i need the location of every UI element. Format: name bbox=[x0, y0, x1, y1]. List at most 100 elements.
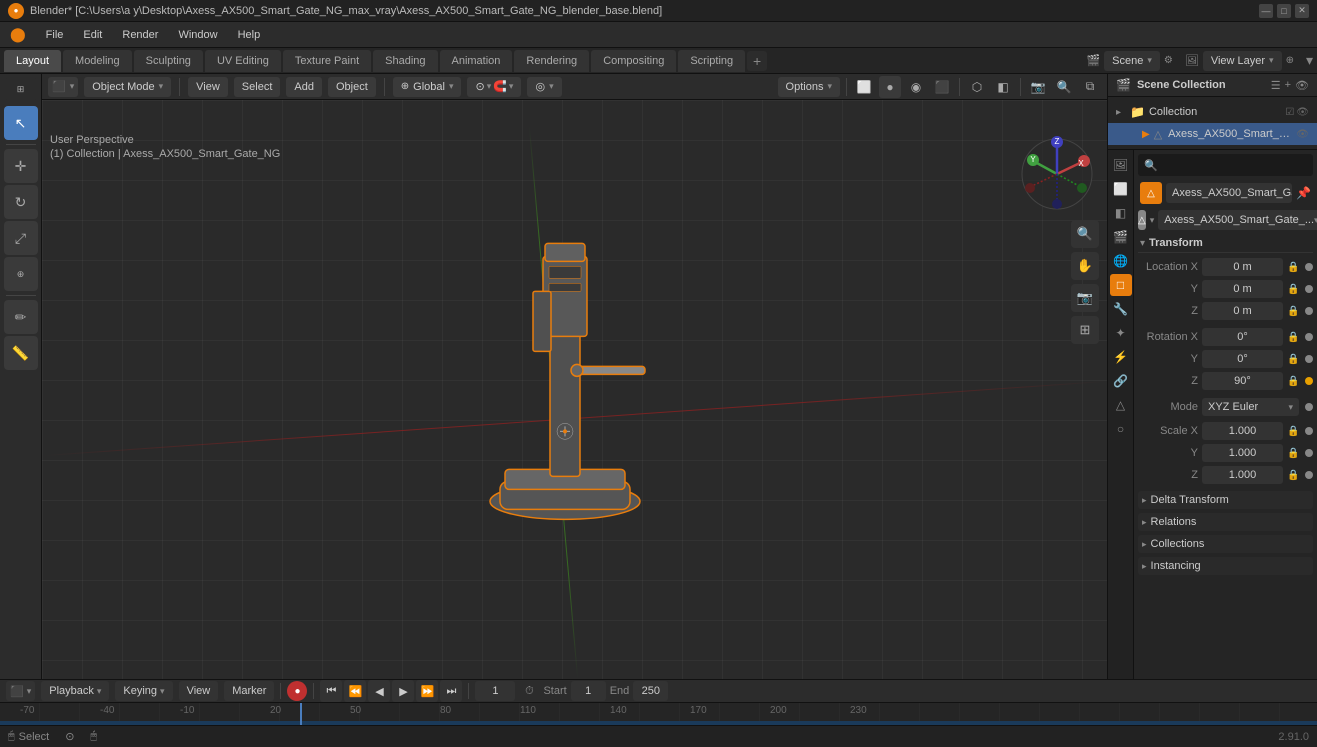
navigation-gizmo[interactable]: X Y Z bbox=[1017, 134, 1097, 214]
rotation-x-keyframe[interactable] bbox=[1305, 333, 1313, 341]
physics-props-icon[interactable]: ⚡ bbox=[1110, 346, 1132, 368]
instancing-header[interactable]: ▸ Instancing bbox=[1138, 557, 1313, 575]
view-menu-button[interactable]: View bbox=[188, 77, 228, 97]
close-button[interactable]: ✕ bbox=[1295, 4, 1309, 18]
tab-texture-paint[interactable]: Texture Paint bbox=[283, 50, 371, 72]
pin-button[interactable]: 📌 bbox=[1296, 186, 1311, 200]
mesh-name-field[interactable]: Axess_AX500_Smart_Gate_... ▾ bbox=[1158, 210, 1317, 230]
location-x-keyframe[interactable] bbox=[1305, 263, 1313, 271]
play-forward-button[interactable]: ▶ bbox=[392, 680, 414, 702]
location-z-field[interactable]: 0 m bbox=[1202, 302, 1283, 320]
annotate-tool-button[interactable]: ✏ bbox=[4, 300, 38, 334]
location-y-field[interactable]: 0 m bbox=[1202, 280, 1283, 298]
shading-rendered-button[interactable]: ⬛ bbox=[931, 76, 953, 98]
shading-wireframe-button[interactable]: ⬜ bbox=[853, 76, 875, 98]
object-menu-button[interactable]: Object bbox=[328, 77, 376, 97]
view-menu-button-timeline[interactable]: View bbox=[179, 681, 219, 701]
tab-layout[interactable]: Layout bbox=[4, 50, 61, 72]
transform-tool-button[interactable]: ⊕ bbox=[4, 257, 38, 291]
editor-type-button[interactable]: ⬛ ▾ bbox=[48, 77, 78, 97]
maximize-button[interactable]: □ bbox=[1277, 4, 1291, 18]
tab-uv-editing[interactable]: UV Editing bbox=[205, 50, 281, 72]
rotation-mode-dropdown[interactable]: XYZ Euler ▾ bbox=[1202, 398, 1299, 416]
menu-file[interactable]: File bbox=[36, 22, 74, 48]
rotation-z-lock[interactable]: 🔒 bbox=[1287, 376, 1301, 387]
timeline-scroll-bar[interactable] bbox=[0, 721, 1317, 725]
scene-props-icon[interactable]: 🎬 bbox=[1110, 226, 1132, 248]
camera-view-button[interactable]: 📷 bbox=[1027, 76, 1049, 98]
scale-x-keyframe[interactable] bbox=[1305, 427, 1313, 435]
start-frame-field[interactable]: 1 bbox=[571, 681, 606, 701]
scale-x-field[interactable]: 1.000 bbox=[1202, 422, 1283, 440]
add-workspace-button[interactable]: + bbox=[747, 51, 767, 71]
select-menu-button[interactable]: Select bbox=[234, 77, 281, 97]
camera-tool-button[interactable]: 📷 bbox=[1071, 284, 1099, 312]
location-y-keyframe[interactable] bbox=[1305, 285, 1313, 293]
timeline-track[interactable]: -70 -40 -10 20 50 80 110 140 170 200 230 bbox=[0, 703, 1317, 725]
particles-props-icon[interactable]: ✦ bbox=[1110, 322, 1132, 344]
location-y-lock[interactable]: 🔒 bbox=[1287, 284, 1301, 295]
view-layer-selector[interactable]: View Layer ▾ bbox=[1203, 51, 1282, 71]
collections-header[interactable]: ▸ Collections bbox=[1138, 535, 1313, 553]
menu-blender[interactable]: ⬤ bbox=[0, 22, 36, 48]
tab-modeling[interactable]: Modeling bbox=[63, 50, 132, 72]
collection-visibility-icon[interactable]: 👁 bbox=[1296, 107, 1309, 118]
grid-view-button[interactable]: ⊞ bbox=[1071, 316, 1099, 344]
object-props-icon[interactable]: □ bbox=[1110, 274, 1132, 296]
tree-object-row[interactable]: ▶ △ Axess_AX500_Smart_Ga... 👁 bbox=[1108, 123, 1317, 145]
location-z-keyframe[interactable] bbox=[1305, 307, 1313, 315]
options-button[interactable]: Options bbox=[778, 77, 840, 97]
material-props-icon[interactable]: ○ bbox=[1110, 418, 1132, 440]
minimize-button[interactable]: — bbox=[1259, 4, 1273, 18]
scale-y-field[interactable]: 1.000 bbox=[1202, 444, 1283, 462]
proportional-edit-button[interactable]: ◎ ▾ bbox=[527, 77, 561, 97]
rotation-y-lock[interactable]: 🔒 bbox=[1287, 354, 1301, 365]
marker-menu-button[interactable]: Marker bbox=[224, 681, 274, 701]
tab-compositing[interactable]: Compositing bbox=[591, 50, 676, 72]
render-props-icon[interactable]: 🖼 bbox=[1110, 154, 1132, 176]
modifier-props-icon[interactable]: 🔧 bbox=[1110, 298, 1132, 320]
object-mode-button[interactable]: Object Mode bbox=[84, 77, 171, 97]
scale-z-field[interactable]: 1.000 bbox=[1202, 466, 1283, 484]
scale-tool-button[interactable]: ⤢ bbox=[4, 221, 38, 255]
viewport[interactable]: ⬛ ▾ Object Mode View Select Add Object bbox=[42, 74, 1107, 679]
properties-search[interactable]: 🔍 bbox=[1138, 154, 1313, 176]
playhead[interactable] bbox=[300, 703, 302, 725]
title-controls[interactable]: — □ ✕ bbox=[1259, 4, 1309, 18]
visibility-all-icon[interactable]: 👁 bbox=[1295, 79, 1309, 92]
object-visibility-icon[interactable]: 👁 bbox=[1296, 129, 1309, 140]
add-collection-icon[interactable]: + bbox=[1285, 79, 1291, 92]
location-x-lock[interactable]: 🔒 bbox=[1287, 262, 1301, 273]
mesh-dropdown-arrow[interactable]: ▾ bbox=[1150, 215, 1155, 226]
scale-y-lock[interactable]: 🔒 bbox=[1287, 448, 1301, 459]
data-props-icon[interactable]: △ bbox=[1110, 394, 1132, 416]
record-button[interactable]: ● bbox=[287, 681, 307, 701]
view-layer-props-icon[interactable]: ◧ bbox=[1110, 202, 1132, 224]
object-name-field[interactable]: Axess_AX500_Smart_Ga... bbox=[1166, 183, 1292, 203]
constraints-props-icon[interactable]: 🔗 bbox=[1110, 370, 1132, 392]
tree-collection-row[interactable]: ▸ 📁 Collection ☑ 👁 bbox=[1108, 101, 1317, 123]
rotation-y-field[interactable]: 0° bbox=[1202, 350, 1283, 368]
mode-icon-button[interactable]: ⊞ bbox=[4, 78, 38, 100]
rotation-z-keyframe[interactable] bbox=[1305, 377, 1313, 385]
xray-button[interactable]: ◧ bbox=[992, 76, 1014, 98]
tab-rendering[interactable]: Rendering bbox=[514, 50, 589, 72]
play-reverse-button[interactable]: ◀ bbox=[368, 680, 390, 702]
transform-section-header[interactable]: ▾ Transform bbox=[1138, 234, 1313, 253]
scale-z-lock[interactable]: 🔒 bbox=[1287, 470, 1301, 481]
world-props-icon[interactable]: 🌐 bbox=[1110, 250, 1132, 272]
location-x-field[interactable]: 0 m bbox=[1202, 258, 1283, 276]
menu-window[interactable]: Window bbox=[168, 22, 227, 48]
next-keyframe-button[interactable]: ⏩ bbox=[416, 680, 438, 702]
tab-shading[interactable]: Shading bbox=[373, 50, 437, 72]
transform-orientation-button[interactable]: ⊕ Global bbox=[393, 77, 462, 97]
end-frame-field[interactable]: 250 bbox=[633, 681, 668, 701]
playback-menu-button[interactable]: Playback bbox=[41, 681, 109, 701]
relations-header[interactable]: ▸ Relations bbox=[1138, 513, 1313, 531]
overlay-button[interactable]: ⬡ bbox=[966, 76, 988, 98]
menu-help[interactable]: Help bbox=[228, 22, 271, 48]
scale-z-keyframe[interactable] bbox=[1305, 471, 1313, 479]
menu-edit[interactable]: Edit bbox=[73, 22, 112, 48]
menu-render[interactable]: Render bbox=[112, 22, 168, 48]
properties-search-input[interactable] bbox=[1162, 159, 1307, 171]
